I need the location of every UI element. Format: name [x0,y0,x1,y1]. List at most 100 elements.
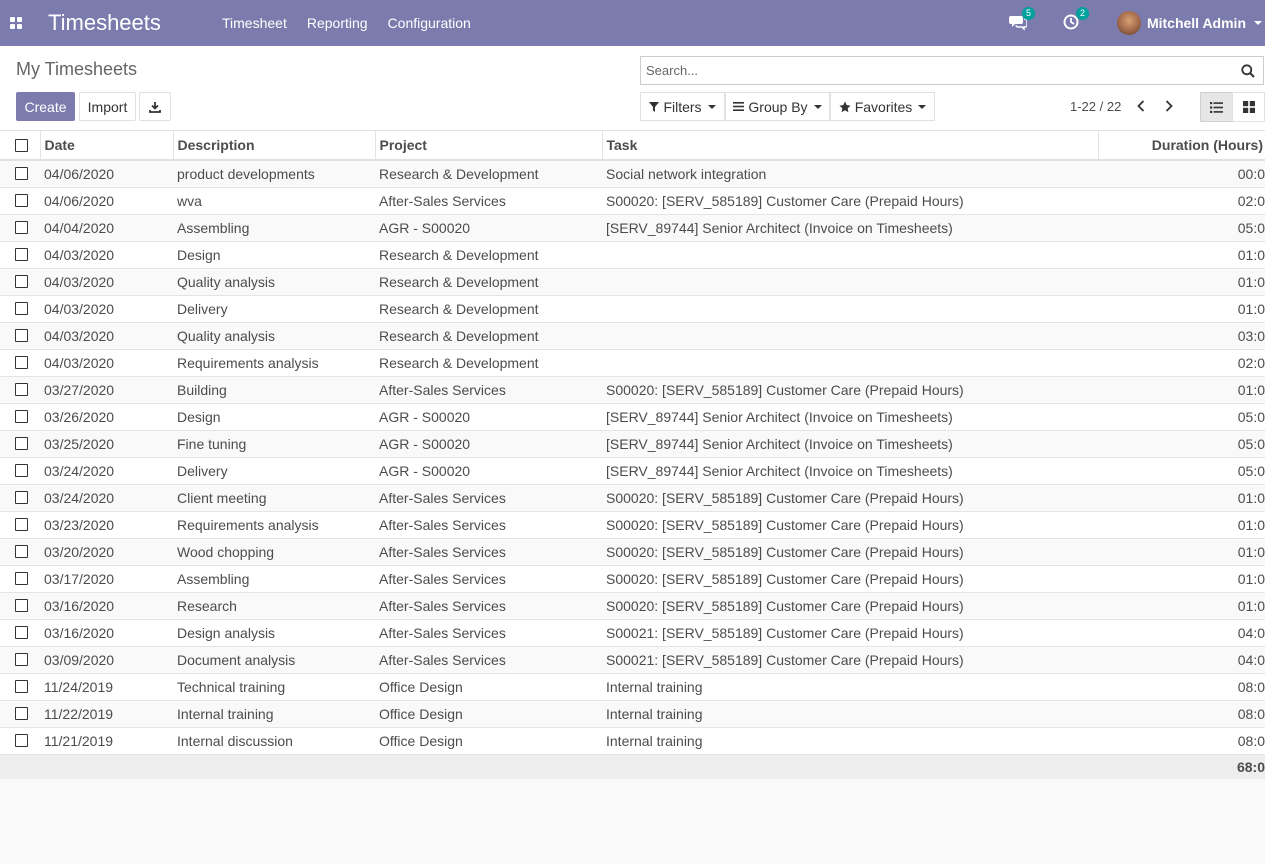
row-checkbox[interactable] [15,734,28,747]
app-brand[interactable]: Timesheets [48,10,202,36]
cell-task [602,349,1098,377]
cell-description: Requirements analysis [173,511,375,539]
user-avatar[interactable] [1116,11,1141,35]
row-checkbox[interactable] [15,194,28,207]
table-row[interactable]: 04/06/2020 wva After-Sales Services S00020:… [0,187,1265,215]
cell-task: Internal training [602,700,1098,728]
footer-empty [602,754,1098,779]
table-row[interactable]: 04/03/2020 Quality analysis Research & Dev… [0,268,1265,296]
row-checkbox[interactable] [15,356,28,369]
cell-date: 11/21/2019 [40,727,173,755]
cell-date: 04/03/2020 [40,349,173,377]
user-name[interactable]: Mitchell Admin [1147,15,1246,31]
cell-project: Research & Development [375,322,602,350]
table-row[interactable]: 03/09/2020 Document analysis After-Sales S… [0,646,1265,674]
table-row[interactable]: 04/03/2020 Delivery Research & Development… [0,295,1265,323]
pager-previous-button[interactable] [1129,94,1153,118]
table-row[interactable]: 03/23/2020 Requirements analysis After-Sal… [0,511,1265,539]
cell-task: Social network integration [602,160,1098,188]
table-row[interactable]: 04/03/2020 Requirements analysis Research … [0,349,1265,377]
table-row[interactable]: 03/27/2020 Building After-Sales Services S0… [0,376,1265,404]
menu-timesheet[interactable]: Timesheet [222,15,287,31]
header-task[interactable]: Task [601,131,1098,161]
table-row[interactable]: 03/24/2020 Delivery AGR - S00020 [SERV_8974… [0,457,1265,485]
row-checkbox[interactable] [15,653,28,666]
header-project[interactable]: Project [374,131,602,161]
messages-icon[interactable]: 5 [1008,7,1035,33]
table-row[interactable]: 04/04/2020 Assembling AGR - S00020 [SERV_89… [0,214,1265,242]
filters-label: Filters [663,98,702,115]
table-row[interactable]: 03/16/2020 Research After-Sales Services S0… [0,592,1265,620]
table-row[interactable]: 11/24/2019 Technical training Office Desig… [0,673,1265,701]
create-button[interactable]: Create [16,92,75,121]
favorites-button[interactable]: Favorites [830,92,935,121]
table-row[interactable]: 11/22/2019 Internal training Office Design… [0,700,1265,728]
cell-task: [SERV_89744] Senior Architect (Invoice o… [602,403,1098,431]
menu-reporting[interactable]: Reporting [307,15,368,31]
user-menu-caret-icon[interactable] [1254,21,1262,25]
row-checkbox[interactable] [15,437,28,450]
cell-task: S00020: [SERV_585189] Customer Care (Pre… [602,376,1098,404]
row-checkbox[interactable] [15,464,28,477]
apps-menu-icon[interactable] [0,0,32,46]
activities-icon[interactable]: 2 [1063,7,1089,33]
row-checkbox[interactable] [15,302,28,315]
table-row[interactable]: 03/20/2020 Wood chopping After-Sales Servi… [0,538,1265,566]
row-checkbox[interactable] [15,680,28,693]
cell-description: Internal training [173,700,375,728]
cell-duration: 00:0 [1098,160,1265,188]
cell-project: Research & Development [375,268,602,296]
row-checkbox[interactable] [15,221,28,234]
row-checkbox[interactable] [15,248,28,261]
cell-description: Quality analysis [173,268,375,296]
pager-value[interactable]: 1-22 / 22 [1070,99,1121,114]
row-checkbox[interactable] [15,410,28,423]
header-description[interactable]: Description [172,131,375,161]
cell-description: Assembling [173,214,375,242]
list-view-button[interactable] [1200,92,1233,122]
filters-button[interactable]: Filters [640,92,725,121]
cell-duration: 08:0 [1098,727,1265,755]
timesheet-table: Date Description Project Task Duration (… [0,131,1265,779]
header-date[interactable]: Date [39,131,173,161]
row-select-cell [0,592,40,620]
group-by-label: Group By [748,98,808,115]
table-row[interactable]: 03/24/2020 Client meeting After-Sales Serv… [0,484,1265,512]
table-row[interactable]: 03/16/2020 Design analysis After-Sales Ser… [0,619,1265,647]
table-row[interactable]: 04/03/2020 Design Research & Development 01… [0,241,1265,269]
row-select-cell [0,214,40,242]
row-checkbox[interactable] [15,329,28,342]
select-all-checkbox[interactable] [15,138,28,152]
pager-next-button[interactable] [1157,94,1181,118]
table-row[interactable]: 04/06/2020 product developments Research &… [0,160,1265,188]
row-select-cell [0,268,40,296]
export-button[interactable] [139,92,171,121]
table-row[interactable]: 04/03/2020 Quality analysis Research & Dev… [0,322,1265,350]
row-checkbox[interactable] [15,275,28,288]
cell-duration: 03:0 [1098,322,1265,350]
row-select-cell [0,727,40,755]
cell-description: Design analysis [173,619,375,647]
row-checkbox[interactable] [15,491,28,504]
header-duration[interactable]: Duration (Hours) [1097,131,1265,161]
row-checkbox[interactable] [15,518,28,531]
cell-date: 11/24/2019 [40,673,173,701]
row-checkbox[interactable] [15,707,28,720]
group-by-button[interactable]: Group By [725,92,830,121]
import-button[interactable]: Import [79,92,136,121]
table-row[interactable]: 11/21/2019 Internal discussion Office Desi… [0,727,1265,755]
row-checkbox[interactable] [15,167,28,181]
kanban-view-button[interactable] [1232,92,1265,122]
row-checkbox[interactable] [15,383,28,396]
search-icon[interactable] [1233,57,1263,84]
cell-description: Fine tuning [173,430,375,458]
table-row[interactable]: 03/17/2020 Assembling After-Sales Services… [0,565,1265,593]
row-checkbox[interactable] [15,599,28,612]
row-checkbox[interactable] [15,545,28,558]
search-input[interactable] [641,57,1233,84]
table-row[interactable]: 03/26/2020 Design AGR - S00020 [SERV_89744]… [0,403,1265,431]
row-checkbox[interactable] [15,626,28,639]
row-checkbox[interactable] [15,572,28,585]
table-row[interactable]: 03/25/2020 Fine tuning AGR - S00020 [SERV_8… [0,430,1265,458]
menu-configuration[interactable]: Configuration [388,15,471,31]
